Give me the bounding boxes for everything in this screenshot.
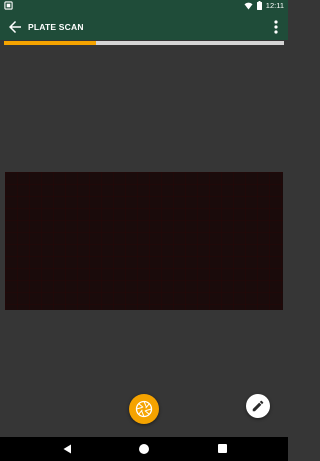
- status-left: [4, 1, 13, 10]
- app-bar: PLATE SCAN: [0, 13, 288, 40]
- home-icon[interactable]: [139, 444, 149, 454]
- camera-shutter-icon: [135, 400, 153, 418]
- arrow-back-icon: [9, 21, 21, 33]
- recents-icon[interactable]: [218, 444, 227, 453]
- status-time: 12:11: [265, 1, 284, 10]
- overflow-menu-button[interactable]: [270, 18, 282, 36]
- battery-icon: [256, 1, 262, 10]
- back-button[interactable]: [6, 18, 24, 36]
- progress-track: [4, 41, 284, 45]
- notification-icon: [4, 1, 13, 10]
- capture-button[interactable]: [129, 394, 159, 424]
- page-title: PLATE SCAN: [28, 22, 84, 32]
- camera-preview: [5, 172, 283, 310]
- progress-fill: [4, 41, 97, 45]
- status-bar: 12:11: [0, 0, 288, 13]
- more-vert-icon: [274, 20, 278, 34]
- status-right: 12:11: [244, 1, 284, 10]
- pencil-icon: [252, 400, 264, 412]
- back-icon[interactable]: [63, 444, 72, 454]
- edit-button[interactable]: [246, 394, 270, 418]
- wifi-icon: [244, 2, 253, 10]
- nav-bar: [0, 437, 288, 461]
